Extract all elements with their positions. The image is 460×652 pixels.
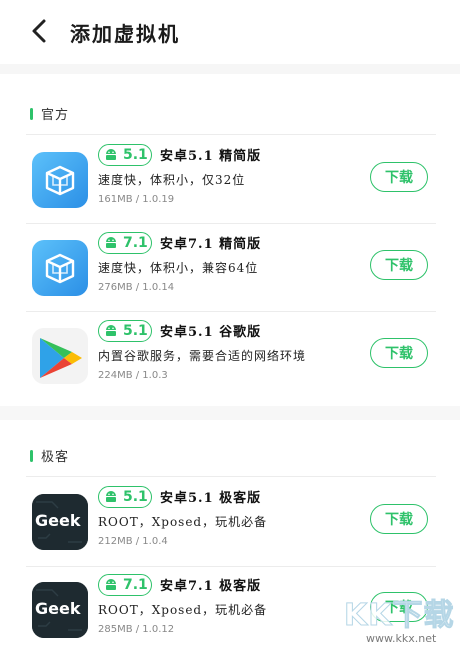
divider: [26, 134, 436, 135]
android-icon: [106, 237, 116, 248]
vm-size-version: 276MB / 1.0.14: [98, 282, 175, 293]
version-text: 7.1: [123, 577, 148, 593]
section-title-geek: 极客: [30, 446, 69, 465]
version-badge: 5.1: [98, 320, 152, 342]
version-badge: 7.1: [98, 574, 152, 596]
geek-icon: Geek: [32, 494, 88, 550]
version-text: 7.1: [123, 235, 148, 251]
vm-description: 内置谷歌服务，需要合适的网络环境: [98, 349, 307, 363]
section-title-official: 官方: [30, 104, 69, 123]
divider: [26, 566, 436, 567]
version-text: 5.1: [123, 323, 148, 339]
section-accent-bar: [30, 107, 33, 120]
android-icon: [106, 149, 116, 160]
watermark-url: www.kkx.net: [366, 632, 437, 645]
section-accent-bar: [30, 449, 33, 462]
android-icon: [106, 325, 116, 336]
vmos-box-icon: [32, 240, 88, 296]
section-title-text: 极客: [41, 450, 70, 465]
header-divider: [0, 64, 460, 74]
vm-name: 安卓5.1 精简版: [160, 149, 262, 164]
vm-size-version: 224MB / 1.0.3: [98, 370, 168, 381]
app-header: 添加虚拟机: [0, 0, 460, 64]
divider: [26, 223, 436, 224]
vm-name: 安卓5.1 极客版: [160, 491, 262, 506]
vm-list-item[interactable]: 5.1 安卓5.1 精简版 速度快，体积小，仅32位 161MB / 1.0.1…: [0, 140, 460, 228]
download-button[interactable]: 下载: [370, 250, 428, 280]
vm-list-item[interactable]: 5.1 安卓5.1 谷歌版 内置谷歌服务，需要合适的网络环境 224MB / 1…: [0, 316, 460, 404]
geek-label: Geek: [35, 511, 81, 530]
vm-description: 速度快，体积小，仅32位: [98, 173, 246, 187]
divider: [26, 476, 436, 477]
version-badge: 5.1: [98, 144, 152, 166]
version-text: 5.1: [123, 489, 148, 505]
google-play-icon: [32, 328, 88, 384]
android-icon: [106, 579, 116, 590]
page-title: 添加虚拟机: [70, 22, 180, 46]
vm-list-item[interactable]: Geek 5.1 安卓5.1 极客版 ROOT，Xposed，玩机必备 212M…: [0, 482, 460, 570]
version-badge: 7.1: [98, 232, 152, 254]
section-gap: [0, 406, 460, 420]
geek-label: Geek: [35, 599, 81, 618]
geek-icon: Geek: [32, 582, 88, 638]
vm-description: 速度快，体积小，兼容64位: [98, 261, 259, 275]
vm-list-item[interactable]: 7.1 安卓7.1 精简版 速度快，体积小，兼容64位 276MB / 1.0.…: [0, 228, 460, 316]
vm-name: 安卓5.1 谷歌版: [160, 325, 262, 340]
vm-name: 安卓7.1 极客版: [160, 579, 262, 594]
version-text: 5.1: [123, 147, 148, 163]
vm-size-version: 285MB / 1.0.12: [98, 624, 175, 635]
vm-description: ROOT，Xposed，玩机必备: [98, 603, 268, 617]
back-arrow-icon[interactable]: [28, 18, 52, 44]
version-badge: 5.1: [98, 486, 152, 508]
vm-size-version: 212MB / 1.0.4: [98, 536, 168, 547]
watermark-logo: KK下载: [344, 598, 455, 634]
section-title-text: 官方: [41, 108, 70, 123]
divider: [26, 311, 436, 312]
download-button[interactable]: 下载: [370, 338, 428, 368]
vmos-box-icon: [32, 152, 88, 208]
download-button[interactable]: 下载: [370, 162, 428, 192]
vm-size-version: 161MB / 1.0.19: [98, 194, 175, 205]
vm-description: ROOT，Xposed，玩机必备: [98, 515, 268, 529]
vm-name: 安卓7.1 精简版: [160, 237, 262, 252]
watermark: KK下载 www.kkx.net: [344, 590, 456, 648]
android-icon: [106, 491, 116, 502]
download-button[interactable]: 下载: [370, 504, 428, 534]
